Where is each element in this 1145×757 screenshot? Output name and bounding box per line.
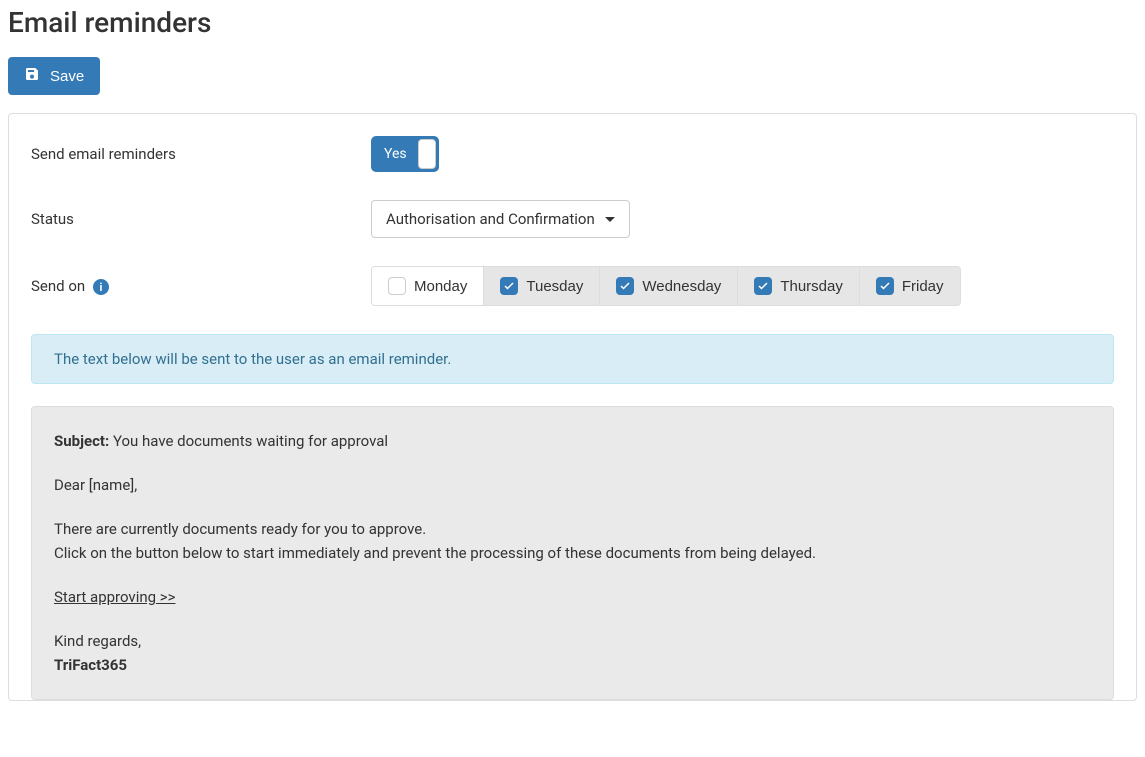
email-sender: TriFact365: [54, 653, 1091, 677]
day-label: Monday: [414, 278, 467, 295]
save-icon: [24, 66, 40, 86]
checkbox-icon: [754, 277, 772, 295]
settings-panel: Send email reminders Yes Status Authoris…: [8, 113, 1137, 701]
page-title: Email reminders: [8, 6, 1137, 39]
caret-down-icon: [605, 217, 615, 222]
checkbox-icon: [388, 277, 406, 295]
email-preview: Subject: You have documents waiting for …: [31, 406, 1114, 700]
label-send-reminders: Send email reminders: [31, 145, 371, 163]
day-toggle-thursday[interactable]: Thursday: [738, 267, 860, 305]
row-status: Status Authorisation and Confirmation: [31, 200, 1114, 238]
checkbox-icon: [500, 277, 518, 295]
toggle-knob: [418, 139, 436, 169]
day-toggle-tuesday[interactable]: Tuesday: [484, 267, 600, 305]
row-send-on: Send on i Monday Tuesday Wednesday Thursday…: [31, 266, 1114, 306]
email-body-line1: There are currently documents ready for …: [54, 517, 1091, 541]
email-subject-label: Subject:: [54, 432, 109, 450]
day-toggle-group: Monday Tuesday Wednesday Thursday Friday: [371, 266, 961, 306]
day-label: Friday: [902, 278, 944, 295]
email-subject-value: You have documents waiting for approval: [113, 432, 388, 450]
email-signoff: Kind regards,: [54, 629, 1091, 653]
checkbox-icon: [616, 277, 634, 295]
row-send-reminders: Send email reminders Yes: [31, 136, 1114, 172]
day-toggle-wednesday[interactable]: Wednesday: [600, 267, 738, 305]
save-button-label: Save: [50, 68, 84, 85]
info-icon[interactable]: i: [93, 279, 109, 295]
label-status: Status: [31, 210, 371, 228]
day-label: Tuesday: [526, 278, 583, 295]
email-body-line2: Click on the button below to start immed…: [54, 541, 1091, 565]
email-greeting: Dear [name],: [54, 473, 1091, 497]
day-label: Thursday: [780, 278, 843, 295]
status-dropdown[interactable]: Authorisation and Confirmation: [371, 200, 630, 238]
day-label: Wednesday: [642, 278, 721, 295]
day-toggle-monday[interactable]: Monday: [372, 267, 484, 305]
status-selected: Authorisation and Confirmation: [386, 210, 595, 228]
save-button[interactable]: Save: [8, 57, 100, 95]
label-send-on: Send on i: [31, 277, 371, 295]
email-cta-link[interactable]: Start approving >>: [54, 588, 175, 606]
toggle-label: Yes: [372, 146, 407, 162]
info-alert: The text below will be sent to the user …: [31, 334, 1114, 384]
toggle-send-reminders[interactable]: Yes: [371, 136, 439, 172]
day-toggle-friday[interactable]: Friday: [860, 267, 960, 305]
checkbox-icon: [876, 277, 894, 295]
